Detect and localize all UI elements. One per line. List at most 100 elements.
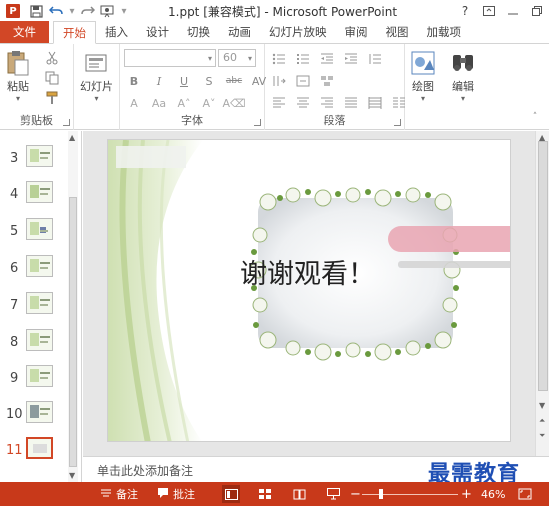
bold-icon[interactable]: B <box>126 73 142 89</box>
tab-home[interactable]: 开始 <box>53 21 96 44</box>
slide-thumbnail[interactable]: 5 <box>6 218 54 244</box>
bullets-icon[interactable] <box>271 51 287 67</box>
customize-qat-icon[interactable]: ▾ <box>118 0 130 22</box>
slide-thumbnail[interactable]: 9 <box>6 365 54 391</box>
window-title: 1.ppt [兼容模式] - Microsoft PowerPoint <box>168 5 398 19</box>
zoom-level[interactable]: 46% <box>481 482 505 506</box>
paste-dropdown-icon[interactable]: ▾ <box>16 94 20 103</box>
line-spacing-icon[interactable] <box>367 51 383 67</box>
fit-slide-icon[interactable] <box>518 482 532 506</box>
align-text-icon[interactable] <box>295 73 311 89</box>
scroll-down-icon[interactable]: ▼ <box>539 401 545 410</box>
redo-icon[interactable] <box>78 0 98 22</box>
normal-view-icon[interactable] <box>222 485 240 503</box>
paragraph-dialog-launcher[interactable] <box>394 119 401 126</box>
editing-button[interactable]: 编辑 ▾ <box>449 48 477 103</box>
strikethrough-icon[interactable]: abc <box>226 73 242 89</box>
slide-thumbnail[interactable]: 3 <box>6 145 54 171</box>
undo-dropdown-icon[interactable]: ▾ <box>66 0 78 22</box>
align-center-icon[interactable] <box>295 95 311 111</box>
drawing-button[interactable]: 绘图 ▾ <box>409 48 437 103</box>
previous-slide-icon[interactable]: ⏶ <box>539 416 545 426</box>
scrollbar-thumb[interactable] <box>69 197 77 467</box>
save-icon[interactable] <box>26 0 46 22</box>
next-slide-icon[interactable]: ⏷ <box>539 431 545 441</box>
font-group: ▾ 60 ▾ B I U S abc AV A Aa A˄ A˅ A⌫ 字体 <box>120 44 266 130</box>
undo-icon[interactable] <box>46 0 66 22</box>
drawing-dropdown-icon[interactable]: ▾ <box>421 94 425 103</box>
editing-dropdown-icon[interactable]: ▾ <box>461 94 465 103</box>
minimize-icon[interactable] <box>501 0 525 22</box>
start-from-beginning-icon[interactable] <box>98 0 118 22</box>
numbering-icon[interactable] <box>295 51 311 67</box>
font-dialog-launcher[interactable] <box>254 119 261 126</box>
slide-show-view-icon[interactable] <box>324 485 342 503</box>
font-size-combo[interactable]: 60 ▾ <box>218 49 256 67</box>
zoom-out-icon[interactable]: − <box>350 482 361 506</box>
new-slide-dropdown-icon[interactable]: ▾ <box>94 94 98 103</box>
convert-to-smartart-icon[interactable] <box>319 73 335 89</box>
restore-icon[interactable] <box>525 0 549 22</box>
tab-transitions[interactable]: 切换 <box>178 21 219 43</box>
paste-button[interactable]: 粘贴 ▾ <box>4 48 32 103</box>
scroll-up-icon[interactable]: ▲ <box>69 133 75 142</box>
paragraph-align-row <box>271 95 407 111</box>
slide-thumbnail[interactable]: 4 <box>6 181 54 207</box>
distributed-icon[interactable] <box>367 95 383 111</box>
change-case-icon[interactable]: Aa <box>151 95 167 111</box>
slide-thumbnail[interactable]: 8 <box>6 329 54 355</box>
format-painter-icon[interactable] <box>44 90 60 106</box>
slide-sorter-view-icon[interactable] <box>256 485 274 503</box>
italic-icon[interactable]: I <box>151 73 167 89</box>
slide-thumbnail[interactable]: 7 <box>6 292 54 318</box>
tab-slide-show[interactable]: 幻灯片放映 <box>260 21 336 43</box>
align-left-icon[interactable] <box>271 95 287 111</box>
increase-indent-icon[interactable] <box>343 51 359 67</box>
clipboard-dialog-launcher[interactable] <box>63 119 70 126</box>
zoom-slider-thumb[interactable] <box>379 489 384 499</box>
notes-button[interactable]: 备注 <box>100 482 138 506</box>
underline-icon[interactable]: U <box>176 73 192 89</box>
copy-icon[interactable] <box>44 70 60 86</box>
decrease-font-size-icon[interactable]: A˅ <box>201 95 217 111</box>
help-button[interactable]: ? <box>453 0 477 22</box>
ribbon-display-options-icon[interactable] <box>477 0 501 22</box>
thumbnails-scrollbar[interactable]: ▲ ▼ <box>68 131 78 482</box>
text-direction-icon[interactable] <box>271 73 287 89</box>
cut-icon[interactable] <box>44 50 60 66</box>
justify-icon[interactable] <box>343 95 359 111</box>
new-slide-button[interactable]: 幻灯片 ▾ <box>80 48 113 103</box>
current-slide[interactable]: 谢谢观看！ <box>107 139 511 442</box>
slide-thumbnails-pane: 3 4 5 6 7 8 9 10 11 ▲ ▼ <box>0 131 82 482</box>
tab-review[interactable]: 审阅 <box>336 21 377 43</box>
tab-animations[interactable]: 动画 <box>219 21 260 43</box>
slide-thumbnail[interactable]: 6 <box>6 255 54 281</box>
slide-thumbnail[interactable]: 10 <box>6 401 54 427</box>
zoom-slider-track[interactable] <box>362 494 458 495</box>
tab-view[interactable]: 视图 <box>377 21 418 43</box>
font-color-icon[interactable]: A <box>126 95 142 111</box>
ribbon-home: 粘贴 ▾ 剪贴板 幻灯片 ▾ ▾ 60 ▾ B I U S abc AV A A… <box>0 44 549 130</box>
increase-font-size-icon[interactable]: A˄ <box>176 95 192 111</box>
tab-insert[interactable]: 插入 <box>96 21 137 43</box>
comments-label: 批注 <box>173 488 195 501</box>
slide-text[interactable]: 谢谢观看！ <box>240 252 430 291</box>
powerpoint-app-icon[interactable]: P <box>6 4 20 18</box>
zoom-in-icon[interactable]: + <box>461 482 472 506</box>
font-name-combo[interactable]: ▾ <box>124 49 216 67</box>
scroll-down-icon[interactable]: ▼ <box>69 471 75 480</box>
notes-placeholder[interactable]: 单击此处添加备注 <box>97 462 193 479</box>
tab-file[interactable]: 文件 <box>0 21 49 43</box>
tab-add-ins[interactable]: 加载项 <box>418 21 471 43</box>
tab-design[interactable]: 设计 <box>137 21 178 43</box>
editor-scrollbar[interactable]: ▲ ▼ ⏶ ⏷ <box>535 131 549 456</box>
slide-thumbnail-active[interactable]: 11 <box>6 437 54 463</box>
clear-formatting-icon[interactable]: A⌫ <box>222 95 245 111</box>
comments-button[interactable]: 批注 <box>157 482 195 506</box>
align-right-icon[interactable] <box>319 95 335 111</box>
reading-view-icon[interactable] <box>290 485 308 503</box>
collapse-ribbon-icon[interactable]: ˄ <box>527 109 543 125</box>
shadow-icon[interactable]: S <box>201 73 217 89</box>
scrollbar-thumb[interactable] <box>538 141 548 391</box>
decrease-indent-icon[interactable] <box>319 51 335 67</box>
